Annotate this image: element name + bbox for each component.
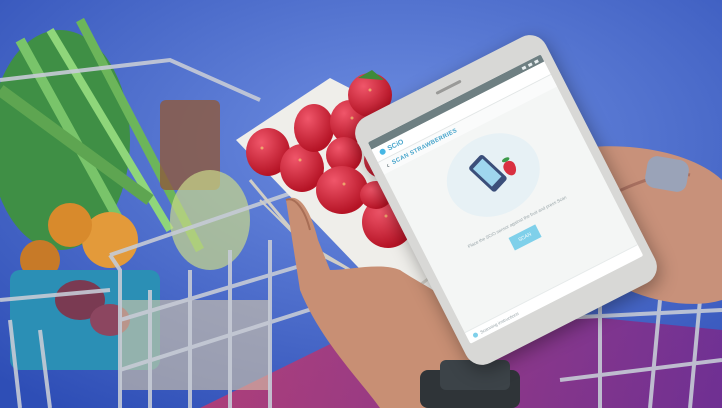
photo-scene: SCiO ‹ SCAN STRAWBERRIES Place the SCiO … bbox=[0, 0, 722, 408]
scan-button[interactable]: SCAN bbox=[508, 224, 542, 251]
battery-icon bbox=[533, 58, 539, 64]
wifi-icon bbox=[527, 62, 533, 67]
help-icon bbox=[471, 331, 479, 338]
scio-logo-icon bbox=[378, 147, 387, 156]
signal-icon bbox=[521, 65, 527, 70]
back-arrow-icon[interactable]: ‹ bbox=[385, 161, 391, 170]
